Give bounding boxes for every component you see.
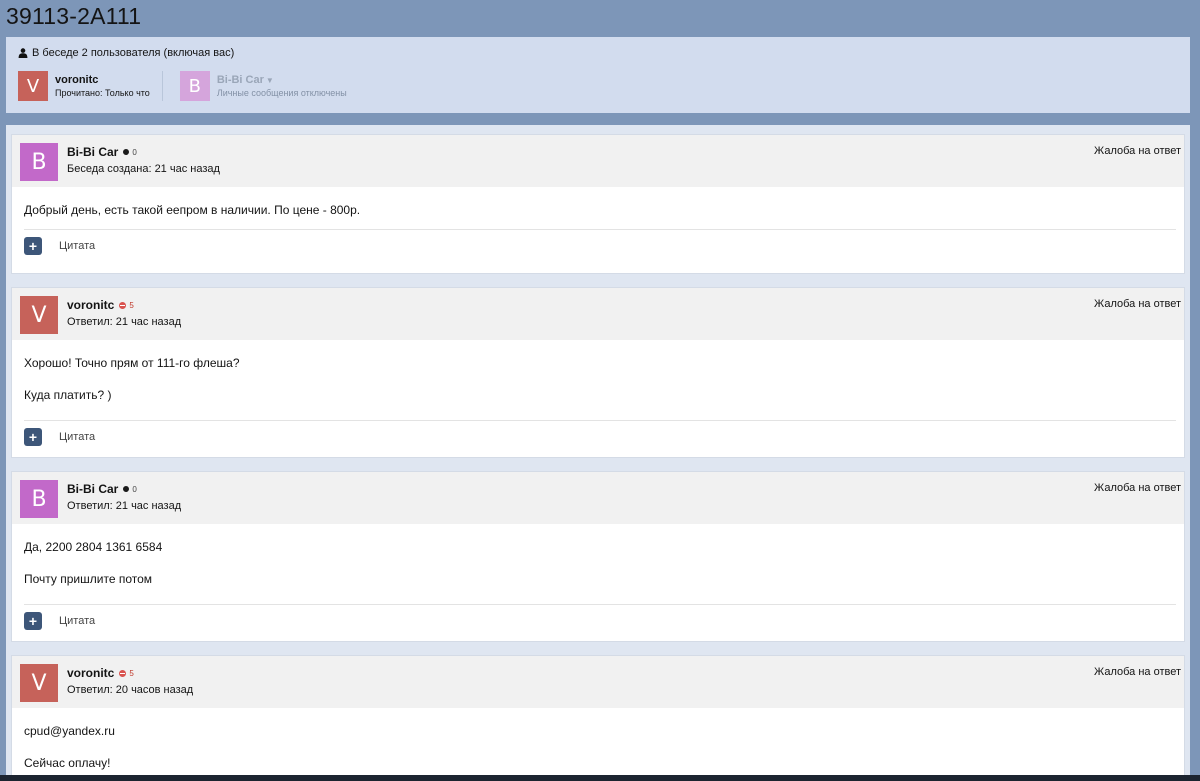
participants-header: В беседе 2 пользователя (включая вас) — [18, 47, 1178, 59]
posted-time: Ответил: 21 час назад — [67, 500, 182, 512]
message-1: B Bi-Bi Car 0 Беседа создана: 21 час наз… — [11, 134, 1185, 274]
message-header: V voronitc 5 Ответил: 21 час назад Жалоб… — [12, 288, 1184, 340]
message-footer: + Цитата — [24, 604, 1176, 637]
plus-icon[interactable]: + — [24, 612, 42, 630]
page-title: 39113-2A111 — [6, 3, 142, 29]
participant-status: Прочитано: Только что — [55, 88, 150, 98]
author-line: Bi-Bi Car 0 — [67, 145, 137, 159]
messages-list: B Bi-Bi Car 0 Беседа создана: 21 час наз… — [6, 125, 1190, 775]
participants-list: V voronitc Прочитано: Только что B Bi-Bi… — [18, 71, 1178, 101]
message-body: Да, 2200 2804 1361 6584 Почту пришлите п… — [12, 524, 1184, 587]
plus-icon[interactable]: + — [24, 237, 42, 255]
participants-count: В беседе 2 пользователя (включая вас) — [32, 47, 235, 59]
avatar[interactable]: V — [20, 296, 58, 334]
report-link[interactable]: Жалоба на ответ — [1094, 298, 1181, 310]
avatar[interactable]: B — [20, 143, 58, 181]
participant-bibicar[interactable]: B Bi-Bi Car ▼ Личные сообщения отключены — [179, 71, 347, 101]
participant-name-dropdown[interactable]: Bi-Bi Car ▼ — [217, 74, 347, 86]
message-2: V voronitc 5 Ответил: 21 час назад Жалоб… — [11, 287, 1185, 458]
message-text: Хорошо! Точно прям от 111-го флеша? — [24, 356, 240, 370]
message-text: Добрый день, есть такой еепром в наличии… — [24, 203, 361, 217]
author-name[interactable]: voronitc — [67, 298, 114, 312]
message-header: B Bi-Bi Car 0 Ответил: 21 час назад Жало… — [12, 472, 1184, 524]
posted-time: Ответил: 20 часов назад — [67, 684, 194, 696]
avatar[interactable]: B — [20, 480, 58, 518]
avatar[interactable]: B — [179, 71, 210, 101]
author-name[interactable]: Bi-Bi Car — [67, 145, 118, 159]
participants-panel: В беседе 2 пользователя (включая вас) V … — [6, 37, 1190, 113]
message-footer: + Цитата — [24, 229, 1176, 262]
posted-time: Беседа создана: 21 час назад — [67, 163, 220, 175]
author-line: voronitc 5 — [67, 298, 134, 312]
avatar[interactable]: V — [20, 664, 58, 702]
message-text: Сейчас оплачу! — [24, 756, 111, 770]
user-icon — [18, 48, 28, 58]
caret-down-icon[interactable]: ▼ — [266, 76, 274, 85]
online-status-icon — [123, 486, 130, 492]
quote-button[interactable]: Цитата — [59, 615, 95, 627]
reputation-count: 0 — [132, 484, 137, 494]
message-body: Добрый день, есть такой еепром в наличии… — [12, 187, 1184, 229]
author-name[interactable]: voronitc — [67, 666, 114, 680]
quote-button[interactable]: Цитата — [59, 431, 95, 443]
author-line: voronitc 5 — [67, 666, 134, 680]
participant-name[interactable]: voronitc — [55, 74, 150, 86]
plus-icon[interactable]: + — [24, 428, 42, 446]
blocked-status-icon — [119, 669, 127, 677]
message-text: cpud@yandex.ru — [24, 724, 115, 738]
reputation-count: 5 — [129, 668, 134, 678]
taskbar — [0, 775, 1200, 781]
message-header: V voronitc 5 Ответил: 20 часов назад Жал… — [12, 656, 1184, 708]
message-body: cpud@yandex.ru Сейчас оплачу! — [12, 708, 1184, 771]
posted-time: Ответил: 21 час назад — [67, 316, 182, 328]
message-3: B Bi-Bi Car 0 Ответил: 21 час назад Жало… — [11, 471, 1185, 642]
online-status-icon — [123, 149, 130, 155]
report-link[interactable]: Жалоба на ответ — [1094, 666, 1181, 678]
author-line: Bi-Bi Car 0 — [67, 482, 137, 496]
message-body: Хорошо! Точно прям от 111-го флеша? Куда… — [12, 340, 1184, 403]
participant-name[interactable]: Bi-Bi Car — [217, 74, 264, 86]
message-4: V voronitc 5 Ответил: 20 часов назад Жал… — [11, 655, 1185, 775]
message-footer: + Цитата — [24, 420, 1176, 453]
message-header: B Bi-Bi Car 0 Беседа создана: 21 час наз… — [12, 135, 1184, 187]
avatar[interactable]: V — [18, 71, 48, 101]
report-link[interactable]: Жалоба на ответ — [1094, 482, 1181, 494]
participant-status: Личные сообщения отключены — [216, 88, 347, 98]
quote-button[interactable]: Цитата — [59, 240, 95, 252]
participant-voronitc[interactable]: V voronitc Прочитано: Только что — [18, 71, 163, 101]
blocked-status-icon — [119, 301, 127, 309]
author-name[interactable]: Bi-Bi Car — [67, 482, 118, 496]
reputation-count: 5 — [129, 300, 134, 310]
message-text: Да, 2200 2804 1361 6584 — [24, 540, 163, 554]
message-text: Куда платить? ) — [24, 388, 112, 402]
reputation-count: 0 — [132, 147, 137, 157]
report-link[interactable]: Жалоба на ответ — [1094, 145, 1181, 157]
message-text: Почту пришлите потом — [24, 572, 153, 586]
